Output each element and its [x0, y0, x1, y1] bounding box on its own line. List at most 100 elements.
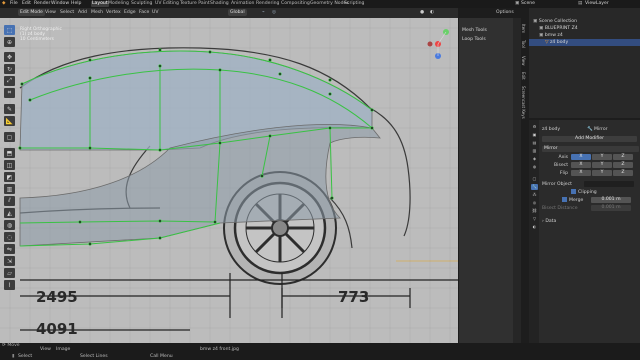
data-subpanel[interactable]: › Data: [542, 218, 556, 225]
shrink-tool-icon[interactable]: ⇲: [4, 256, 15, 266]
edge-slide-tool-icon[interactable]: ⇋: [4, 244, 15, 254]
constraints-props-icon[interactable]: ⛓: [531, 208, 538, 214]
object-props-icon[interactable]: ▢: [531, 176, 538, 182]
scene-selector[interactable]: Scene: [521, 1, 535, 7]
annotate-tool-icon[interactable]: ✎: [4, 104, 15, 114]
scale-tool-icon[interactable]: ⤢: [4, 76, 15, 86]
tool-props-icon[interactable]: ⚙: [531, 124, 538, 130]
modifier-props-icon[interactable]: 🔧: [531, 184, 538, 190]
bisect-distance-field[interactable]: 0.001 m: [591, 205, 631, 211]
move-tool-icon[interactable]: ✥: [4, 52, 15, 62]
mirror-modifier-name[interactable]: Mirror: [544, 146, 558, 151]
menu-view[interactable]: View: [45, 10, 56, 16]
checkbox-icon[interactable]: [562, 197, 567, 202]
view-menu-bottom[interactable]: View: [40, 347, 51, 353]
menu-mesh[interactable]: Mesh: [91, 10, 103, 16]
blender-logo-icon[interactable]: ◆: [2, 1, 6, 7]
extrude-tool-icon[interactable]: ⬒: [4, 148, 15, 158]
flip-z-toggle[interactable]: Z: [613, 170, 633, 176]
poly-build-tool-icon[interactable]: ◭: [4, 208, 15, 218]
add-cube-tool-icon[interactable]: ▢: [4, 132, 15, 142]
menu-uv[interactable]: UV: [152, 10, 159, 16]
render-props-icon[interactable]: ▣: [531, 132, 538, 138]
smooth-tool-icon[interactable]: ◌: [4, 232, 15, 242]
scene-props-icon[interactable]: ◈: [531, 156, 538, 162]
mode-selector[interactable]: Edit Mode: [18, 9, 45, 16]
loop-cut-tool-icon[interactable]: ▥: [4, 184, 15, 194]
bisect-y-toggle[interactable]: Y: [592, 162, 612, 168]
axis-x-toggle[interactable]: X: [571, 154, 591, 160]
tab-sculpting[interactable]: Sculpting: [131, 1, 152, 7]
flip-x-toggle[interactable]: X: [571, 170, 591, 176]
inset-tool-icon[interactable]: ◫: [4, 160, 15, 170]
loop-tools-item[interactable]: Loop Tools: [462, 37, 486, 43]
outliner-row[interactable]: ▣ Scene Collection: [529, 18, 640, 25]
menu-face[interactable]: Face: [139, 10, 149, 16]
menu-add[interactable]: Add: [78, 10, 87, 16]
tab-shading[interactable]: Shading: [210, 1, 229, 7]
checkbox-icon[interactable]: [571, 189, 576, 194]
sidebar-tab-tool[interactable]: Tool: [520, 40, 526, 48]
bisect-x-toggle[interactable]: X: [571, 162, 591, 168]
cursor-tool-icon[interactable]: ⊕: [4, 37, 15, 47]
tab-scripting[interactable]: Scripting: [344, 1, 364, 7]
merge-distance-field[interactable]: 0.001 m: [591, 197, 631, 203]
view-layer-props-icon[interactable]: ▥: [531, 148, 538, 154]
snap-icon[interactable]: ⌁: [262, 10, 265, 16]
menu-select[interactable]: Select: [60, 10, 74, 16]
knife-tool-icon[interactable]: ⫽: [4, 196, 15, 206]
axis-z-toggle[interactable]: Z: [613, 154, 633, 160]
bisect-z-toggle[interactable]: Z: [613, 162, 633, 168]
tab-animation[interactable]: Animation: [231, 1, 254, 7]
outliner-row[interactable]: ▽ z4 body◉: [529, 39, 640, 46]
header-move-button[interactable]: ⟳ Move: [2, 343, 20, 349]
measure-tool-icon[interactable]: 📐: [4, 116, 15, 126]
mesh-tools-item[interactable]: Mesh Tools: [462, 28, 487, 34]
sidebar-tab-item[interactable]: Item: [520, 24, 526, 33]
mirror-object-field[interactable]: [584, 181, 634, 187]
transform-tool-icon[interactable]: ⌗: [4, 88, 15, 98]
menu-render[interactable]: Render: [34, 1, 50, 7]
tab-texture-paint[interactable]: Texture Paint: [180, 1, 210, 7]
rip-tool-icon[interactable]: ⌇: [4, 280, 15, 290]
output-props-icon[interactable]: ▤: [531, 140, 538, 146]
menu-file[interactable]: File: [10, 1, 18, 7]
clipping-checkbox[interactable]: Clipping: [571, 189, 597, 196]
material-props-icon[interactable]: ◐: [531, 224, 538, 230]
menu-edge[interactable]: Edge: [124, 10, 136, 16]
proportional-icon[interactable]: ◎: [272, 10, 276, 16]
tab-uv-editing[interactable]: UV Editing: [155, 1, 179, 7]
tab-geometry-nodes[interactable]: Geometry Nodes: [310, 1, 349, 7]
add-modifier-button[interactable]: Add Modifier: [542, 136, 637, 142]
tab-compositing[interactable]: Compositing: [281, 1, 310, 7]
physics-props-icon[interactable]: ◎: [531, 200, 538, 206]
3d-viewport[interactable]: Right Orthographic (1) z4 body 10 Centim…: [0, 18, 458, 343]
sidebar-tab-view[interactable]: View: [520, 56, 526, 66]
data-props-icon[interactable]: ▽: [531, 216, 538, 222]
merge-checkbox[interactable]: Merge: [542, 197, 583, 204]
bevel-tool-icon[interactable]: ◩: [4, 172, 15, 182]
outliner-row[interactable]: ▣ BLUEPRINT Z4◉: [529, 25, 640, 32]
menu-window[interactable]: Window: [51, 1, 69, 7]
shading-solid-icon[interactable]: ●: [420, 10, 424, 16]
image-name-field[interactable]: bmw z4 front.jpg: [200, 347, 239, 353]
sidebar-tab-screencast[interactable]: Screencast Keys: [520, 86, 526, 119]
particles-props-icon[interactable]: ⁂: [531, 192, 538, 198]
shear-tool-icon[interactable]: ▱: [4, 268, 15, 278]
modifier-header[interactable]: Mirror: [542, 146, 639, 152]
menu-vertex[interactable]: Vertex: [106, 10, 121, 16]
select-box-tool-icon[interactable]: ⬚: [4, 25, 15, 35]
axis-y-toggle[interactable]: Y: [592, 154, 612, 160]
viewlayer-selector[interactable]: ViewLayer: [585, 1, 609, 7]
menu-help[interactable]: Help: [71, 1, 81, 7]
menu-edit[interactable]: Edit: [22, 1, 31, 7]
sidebar-tab-edit[interactable]: Edit: [520, 72, 526, 80]
transform-orientation[interactable]: Global: [228, 9, 247, 16]
world-props-icon[interactable]: ◍: [531, 164, 538, 170]
tab-layout[interactable]: Layout: [91, 1, 109, 7]
options-dropdown[interactable]: Options: [496, 10, 514, 16]
outliner-row[interactable]: ▣ bmw z4◉: [529, 32, 640, 39]
image-menu-bottom[interactable]: Image: [56, 347, 70, 353]
tab-modeling[interactable]: Modeling: [108, 1, 129, 7]
tab-rendering[interactable]: Rendering: [256, 1, 279, 7]
